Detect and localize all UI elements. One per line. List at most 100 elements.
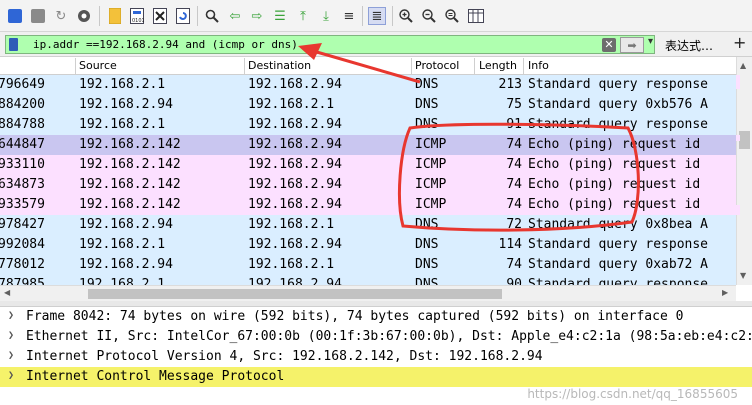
column-header-info[interactable]: Info	[528, 59, 549, 72]
cell-protocol: DNS	[415, 257, 439, 272]
detail-tree-item[interactable]: ❯ Ethernet II, Src: IntelCor_67:00:0b (00…	[0, 327, 752, 347]
cell-destination: 192.168.2.94	[248, 277, 342, 285]
go-back-icon[interactable]: ⇦	[226, 7, 244, 25]
table-row[interactable]: 778012 192.168.2.94 192.168.2.1 DNS 74 Standa…	[0, 255, 736, 275]
cell-info: Echo (ping) request id	[528, 197, 701, 212]
column-header-protocol[interactable]: Protocol	[415, 59, 459, 72]
cell-length: 90	[506, 277, 522, 285]
table-row[interactable]: 933579 192.168.2.142 192.168.2.94 ICMP 74 Ech…	[0, 195, 736, 215]
first-packet-icon[interactable]: ⤒	[294, 7, 312, 25]
scroll-up-icon[interactable]: ▲	[740, 61, 746, 70]
clear-filter-button[interactable]: ✕	[602, 38, 616, 52]
colorize-icon[interactable]: ≣	[368, 7, 386, 25]
cell-protocol: DNS	[415, 117, 439, 132]
expand-arrow-icon[interactable]: ❯	[8, 350, 14, 361]
cell-destination: 192.168.2.94	[248, 137, 342, 152]
packet-list: 796649 192.168.2.1 192.168.2.94 DNS 213 Stand…	[0, 75, 736, 285]
cell-number: 884788	[0, 117, 45, 132]
zoom-reset-icon[interactable]	[443, 7, 461, 25]
table-row[interactable]: 634873 192.168.2.142 192.168.2.94 ICMP 74 Ech…	[0, 175, 736, 195]
capture-options-icon[interactable]	[75, 7, 93, 25]
cell-number: 787985	[0, 277, 45, 285]
detail-tree-item[interactable]: ❯ Internet Control Message Protocol	[0, 367, 752, 387]
cell-destination: 192.168.2.94	[248, 77, 342, 92]
cell-protocol: ICMP	[415, 137, 447, 152]
cell-length: 74	[506, 157, 522, 172]
cell-protocol: ICMP	[415, 197, 447, 212]
packet-list-horizontal-scrollbar[interactable]: ◀ ▶	[0, 285, 736, 301]
cell-source: 192.168.2.142	[79, 197, 181, 212]
packet-details-pane: ❯ Frame 8042: 74 bytes on wire (592 bits)…	[0, 307, 752, 405]
cell-number: 933579	[0, 197, 45, 212]
column-header-destination[interactable]: Destination	[248, 59, 311, 72]
detail-tree-label: Frame 8042: 74 bytes on wire (592 bits),…	[26, 309, 684, 324]
column-header-length[interactable]: Length	[479, 59, 517, 72]
main-toolbar: ↻ 0101 ⇦ ⇨ ☰ ⤒ ⤓ ≡ ≣	[0, 0, 752, 32]
cell-number: 933110	[0, 157, 45, 172]
scroll-left-icon[interactable]: ◀	[4, 288, 10, 297]
cell-destination: 192.168.2.1	[248, 257, 335, 272]
filter-history-dropdown-icon[interactable]: ▾	[648, 36, 653, 47]
zoom-in-icon[interactable]	[397, 7, 415, 25]
horizontal-scroll-thumb[interactable]	[88, 289, 502, 299]
scroll-right-icon[interactable]: ▶	[722, 288, 728, 297]
detail-tree-item[interactable]: ❯ Frame 8042: 74 bytes on wire (592 bits)…	[0, 307, 752, 327]
scroll-down-icon[interactable]: ▼	[740, 271, 746, 280]
cell-info: Standard query response	[528, 117, 709, 132]
table-row[interactable]: 787985 192.168.2.1 192.168.2.94 DNS 90 Standa…	[0, 275, 736, 285]
close-file-icon[interactable]	[151, 7, 169, 25]
display-filter-input[interactable]: ip.addr ==192.168.2.94 and (icmp or dns)…	[5, 35, 655, 54]
restart-capture-icon[interactable]: ↻	[52, 7, 70, 25]
add-filter-button[interactable]: +	[733, 34, 746, 52]
table-row[interactable]: 933110 192.168.2.142 192.168.2.94 ICMP 74 Ech…	[0, 155, 736, 175]
cell-source: 192.168.2.1	[79, 117, 166, 132]
table-row[interactable]: 884200 192.168.2.94 192.168.2.1 DNS 75 Standa…	[0, 95, 736, 115]
cell-number: 634873	[0, 177, 45, 192]
find-packet-icon[interactable]	[203, 7, 221, 25]
resize-columns-icon[interactable]	[467, 7, 485, 25]
expression-button[interactable]: 表达式…	[665, 37, 713, 54]
table-row[interactable]: 884788 192.168.2.1 192.168.2.94 DNS 91 Standa…	[0, 115, 736, 135]
packet-list-header: Source Destination Protocol Length Info	[0, 57, 736, 75]
save-file-icon[interactable]: 0101	[128, 7, 146, 25]
expand-arrow-icon[interactable]: ❯	[8, 330, 14, 341]
go-to-packet-icon[interactable]: ☰	[271, 7, 289, 25]
cell-length: 114	[498, 237, 522, 252]
cell-destination: 192.168.2.1	[248, 217, 335, 232]
apply-filter-button[interactable]: ➡	[620, 37, 644, 53]
cell-number: 778012	[0, 257, 45, 272]
table-row[interactable]: 978427 192.168.2.94 192.168.2.1 DNS 72 Standa…	[0, 215, 736, 235]
table-row[interactable]: 796649 192.168.2.1 192.168.2.94 DNS 213 Stand…	[0, 75, 736, 95]
cell-length: 75	[506, 97, 522, 112]
detail-tree-item[interactable]: ❯ Internet Protocol Version 4, Src: 192.1…	[0, 347, 752, 367]
cell-protocol: DNS	[415, 277, 439, 285]
cell-destination: 192.168.2.94	[248, 177, 342, 192]
detail-tree-label: Ethernet II, Src: IntelCor_67:00:0b (00:…	[26, 329, 752, 344]
cell-source: 192.168.2.94	[79, 217, 173, 232]
cell-protocol: DNS	[415, 237, 439, 252]
filter-expression-text: ip.addr ==192.168.2.94 and (icmp or dns)	[33, 38, 298, 51]
cell-info: Standard query 0xb576 A	[528, 97, 709, 112]
expand-arrow-icon[interactable]: ❯	[8, 370, 14, 381]
cell-protocol: DNS	[415, 77, 439, 92]
open-file-icon[interactable]	[106, 7, 124, 25]
cell-info: Standard query 0x8bea A	[528, 217, 709, 232]
cell-info: Echo (ping) request id	[528, 177, 701, 192]
vertical-scroll-thumb[interactable]	[739, 131, 750, 149]
last-packet-icon[interactable]: ⤓	[317, 7, 335, 25]
start-capture-icon[interactable]	[8, 9, 22, 23]
cell-number: 644847	[0, 137, 45, 152]
cell-destination: 192.168.2.1	[248, 97, 335, 112]
stop-capture-icon[interactable]	[31, 9, 45, 23]
column-header-source[interactable]: Source	[79, 59, 117, 72]
reload-file-icon[interactable]	[174, 7, 192, 25]
go-forward-icon[interactable]: ⇨	[248, 7, 266, 25]
table-row[interactable]: 644847 192.168.2.142 192.168.2.94 ICMP 74 Ech…	[0, 135, 736, 155]
auto-scroll-icon[interactable]: ≡	[340, 7, 358, 25]
bookmark-icon[interactable]	[9, 38, 18, 51]
cell-info: Echo (ping) request id	[528, 137, 701, 152]
table-row[interactable]: 992084 192.168.2.1 192.168.2.94 DNS 114 Stand…	[0, 235, 736, 255]
expand-arrow-icon[interactable]: ❯	[8, 310, 14, 321]
zoom-out-icon[interactable]	[420, 7, 438, 25]
cell-info: Echo (ping) request id	[528, 157, 701, 172]
